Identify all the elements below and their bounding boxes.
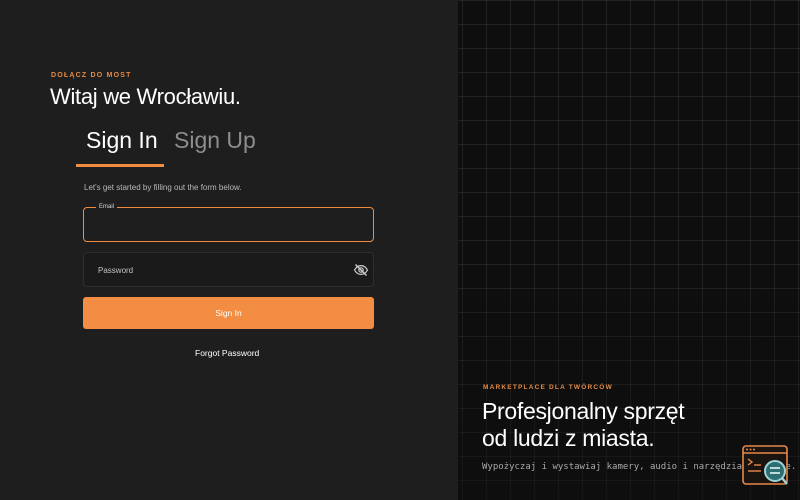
tab-sign-in[interactable]: Sign In (86, 127, 158, 154)
active-tab-indicator (76, 164, 164, 167)
form-intro-text: Let's get started by filling out the for… (84, 183, 242, 192)
tab-sign-up[interactable]: Sign Up (174, 127, 256, 154)
welcome-heading: Witaj we Wrocławiu. (50, 84, 241, 109)
marketplace-eyebrow: MARKETPLACE DLA TWÓRCÓW (483, 384, 613, 391)
email-label: Email (96, 204, 118, 210)
sign-in-button[interactable]: Sign In (83, 297, 374, 329)
forgot-password-link[interactable]: Forgot Password (195, 348, 259, 358)
marketing-title-line-2: od ludzi z miasta. (482, 425, 655, 451)
auth-panel: DOŁĄCZ DO MOST Witaj we Wrocławiu. Sign … (0, 0, 458, 500)
terminal-search-icon[interactable] (741, 444, 789, 488)
marketing-title: Profesjonalny sprzęt od ludzi z miasta. (482, 398, 685, 452)
join-eyebrow: DOŁĄCZ DO MOST (51, 72, 132, 79)
marketing-title-line-1: Profesjonalny sprzęt (482, 398, 685, 424)
password-field[interactable] (83, 252, 374, 287)
password-input[interactable] (98, 261, 338, 279)
email-input[interactable] (96, 218, 356, 236)
eye-off-icon[interactable] (353, 262, 369, 278)
email-field[interactable]: Email (83, 204, 374, 242)
